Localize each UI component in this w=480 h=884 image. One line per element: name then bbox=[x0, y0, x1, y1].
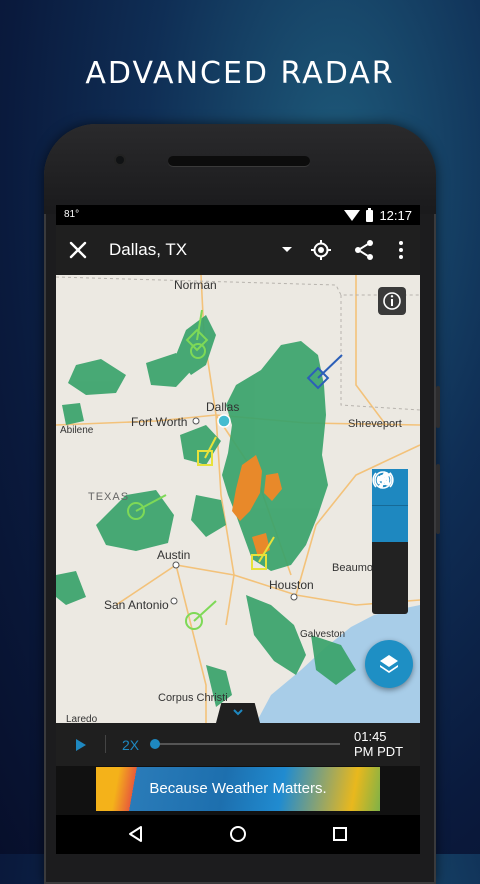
play-icon[interactable] bbox=[76, 739, 86, 751]
map-label-galveston: Galveston bbox=[300, 629, 345, 640]
status-bar: 81° 12:17 bbox=[56, 205, 420, 225]
playback-time-clock: 01:45 bbox=[354, 729, 387, 744]
playback-speed[interactable]: 2X bbox=[122, 737, 139, 753]
layer-broadcast[interactable] bbox=[372, 472, 408, 614]
map-label-san-antonio: San Antonio bbox=[104, 598, 169, 612]
map-label-beaumont: Beaumo bbox=[332, 562, 373, 574]
front-camera bbox=[116, 156, 124, 164]
back-icon[interactable] bbox=[126, 824, 146, 844]
map-label-dallas: Dallas bbox=[206, 400, 239, 414]
phone-top-bezel bbox=[44, 124, 436, 214]
power-button bbox=[436, 464, 440, 534]
ad-banner[interactable]: Because Weather Matters. bbox=[96, 767, 380, 811]
app-toolbar: Dallas, TX bbox=[56, 225, 420, 275]
layers-icon bbox=[380, 655, 398, 673]
close-icon[interactable] bbox=[66, 238, 90, 262]
share-icon[interactable] bbox=[352, 238, 376, 262]
ad-area: Because Weather Matters. bbox=[56, 766, 420, 815]
timeline-slider[interactable] bbox=[155, 743, 340, 745]
timeline-toggle[interactable] bbox=[216, 703, 260, 723]
chevron-down-icon[interactable] bbox=[282, 247, 292, 252]
status-temperature: 81° bbox=[64, 209, 80, 220]
layer-toolbar bbox=[372, 469, 408, 614]
map-label-laredo: Laredo bbox=[66, 714, 98, 723]
recents-icon[interactable] bbox=[330, 824, 350, 844]
status-right: 12:17 bbox=[344, 207, 412, 223]
headline: ADVANCED RADAR bbox=[85, 56, 395, 91]
status-time: 12:17 bbox=[379, 208, 412, 223]
ad-text: Because Weather Matters. bbox=[149, 780, 327, 797]
map-label-shreveport: Shreveport bbox=[348, 418, 402, 430]
more-vert-icon[interactable] bbox=[389, 238, 413, 262]
timeline-thumb[interactable] bbox=[150, 739, 160, 749]
radar-map[interactable]: Norman Dallas Fort Worth Abilene Shrevep… bbox=[56, 275, 420, 723]
map-label-abilene: Abilene bbox=[60, 425, 94, 436]
layer-radar[interactable] bbox=[372, 471, 408, 542]
location-title[interactable]: Dallas, TX bbox=[109, 240, 187, 260]
map-label-austin: Austin bbox=[157, 548, 190, 562]
battery-icon bbox=[366, 207, 374, 222]
info-icon bbox=[383, 292, 401, 310]
map-label-fort-worth: Fort Worth bbox=[131, 415, 187, 429]
map-label-norman: Norman bbox=[174, 278, 217, 292]
layers-fab[interactable] bbox=[365, 640, 413, 688]
volume-button bbox=[436, 386, 440, 428]
wifi-icon bbox=[344, 210, 361, 221]
playback-time-zone: PM PDT bbox=[354, 744, 404, 759]
map-label-corpus-christi: Corpus Christi bbox=[158, 692, 228, 704]
info-button[interactable] bbox=[378, 287, 406, 315]
chevron-down-icon bbox=[233, 709, 243, 716]
locate-icon[interactable] bbox=[309, 238, 333, 262]
system-nav-bar bbox=[56, 815, 420, 854]
broadcast-icon bbox=[372, 472, 394, 488]
earpiece-speaker bbox=[168, 156, 310, 166]
current-location-dot bbox=[217, 414, 231, 428]
playback-bar: 2X 01:45 PM PDT bbox=[56, 723, 420, 766]
map-label-texas: TEXAS bbox=[88, 491, 129, 503]
map-label-houston: Houston bbox=[269, 578, 314, 592]
playback-time: 01:45 PM PDT bbox=[354, 729, 403, 759]
phone-screen: 81° 12:17 Dallas, TX Norman Dallas Fort … bbox=[56, 205, 420, 854]
layer-lightning[interactable] bbox=[372, 471, 408, 578]
home-icon[interactable] bbox=[228, 824, 248, 844]
divider bbox=[105, 735, 106, 753]
